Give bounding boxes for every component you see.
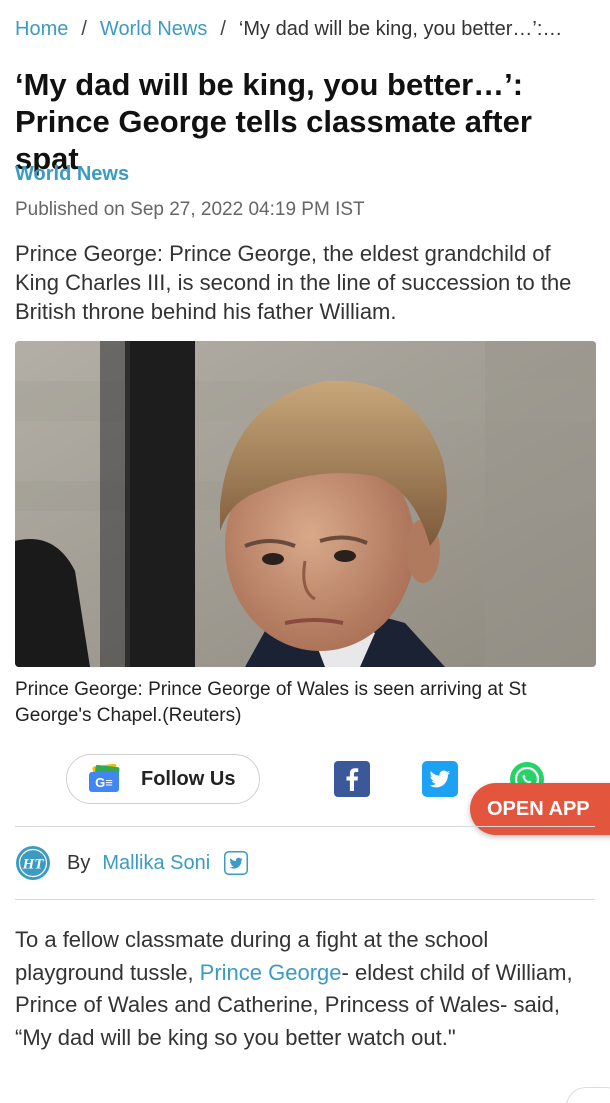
breadcrumb-current: ‘My dad will be king, you better…’:… [238, 18, 563, 40]
ht-logo-icon: HT [16, 846, 50, 880]
image-caption: Prince George: Prince George of Wales is… [15, 679, 527, 726]
scroll-top-button[interactable] [566, 1087, 610, 1103]
breadcrumb-separator: / [81, 18, 87, 40]
byline-by: By [67, 851, 91, 874]
follow-us-button[interactable]: G≡ Follow Us [66, 754, 260, 804]
hero-image [15, 341, 596, 667]
follow-us-label: Follow Us [141, 767, 236, 790]
published-date: Published on Sep 27, 2022 04:19 PM IST [15, 199, 365, 220]
facebook-icon[interactable] [334, 761, 370, 797]
twitter-icon[interactable] [422, 761, 458, 797]
breadcrumb: Home / World News / ‘My dad will be king, yo… [15, 18, 595, 41]
author-link[interactable]: Mallika Soni [102, 852, 210, 875]
prince-george-link[interactable]: Prince George [200, 960, 342, 985]
google-news-icon-text: G≡ [95, 775, 113, 790]
article-headline: ‘My dad will be king, you better…’: Prin… [15, 67, 532, 176]
ht-logo-text: HT [22, 857, 45, 873]
section-link[interactable]: World News [15, 163, 129, 186]
author-twitter-icon[interactable] [224, 851, 249, 875]
byline: HT By Mallika Soni [15, 845, 249, 881]
breadcrumb-world-news[interactable]: World News [100, 18, 207, 40]
breadcrumb-home[interactable]: Home [15, 18, 68, 40]
google-news-icon: G≡ [89, 764, 120, 792]
open-app-button[interactable]: OPEN APP [470, 783, 610, 835]
divider [15, 899, 595, 900]
breadcrumb-separator: / [220, 18, 226, 40]
article-body: To a fellow classmate during a fight at … [15, 924, 600, 1054]
divider [15, 826, 595, 827]
article-summary: Prince George: Prince George, the eldest… [15, 241, 572, 324]
